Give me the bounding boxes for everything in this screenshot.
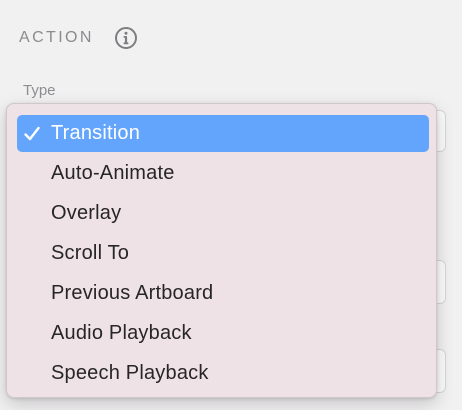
menu-item-label: Scroll To: [51, 242, 130, 264]
menu-item-audio-playback[interactable]: Audio Playback: [17, 315, 429, 352]
action-panel: ACTION Type Transition Auto-Animate Over…: [0, 0, 462, 410]
menu-item-transition[interactable]: Transition: [17, 115, 429, 152]
type-label: Type: [23, 82, 56, 99]
section-header: ACTION: [19, 26, 138, 50]
menu-item-label: Overlay: [51, 202, 122, 224]
menu-item-scroll-to[interactable]: Scroll To: [17, 235, 429, 272]
section-title: ACTION: [19, 29, 94, 46]
menu-item-label: Previous Artboard: [51, 282, 214, 304]
menu-item-speech-playback[interactable]: Speech Playback: [17, 355, 429, 392]
checkmark-icon: [23, 125, 41, 143]
menu-item-label: Audio Playback: [51, 322, 192, 344]
menu-item-label: Auto-Animate: [51, 162, 175, 184]
menu-item-label: Speech Playback: [51, 362, 209, 384]
menu-item-label: Transition: [51, 122, 141, 144]
menu-item-previous-artboard[interactable]: Previous Artboard: [17, 275, 429, 312]
info-circle-icon[interactable]: [114, 26, 138, 50]
menu-item-auto-animate[interactable]: Auto-Animate: [17, 155, 429, 192]
type-dropdown-menu: Transition Auto-Animate Overlay Scroll T…: [6, 103, 437, 398]
menu-item-overlay[interactable]: Overlay: [17, 195, 429, 232]
